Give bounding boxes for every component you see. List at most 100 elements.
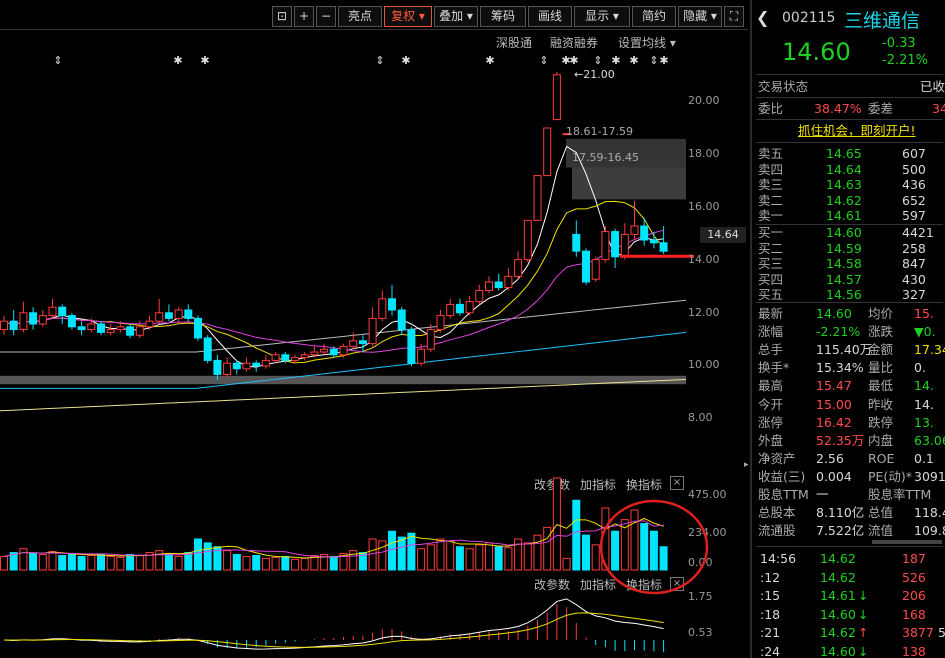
event-marker-icon: ⇕ xyxy=(593,54,602,67)
stat-label: 最低 xyxy=(868,378,894,394)
event-marker-icon: ⇕ xyxy=(539,54,548,67)
event-marker-icon: ✱ xyxy=(173,54,182,67)
kline-chart-area[interactable]: ⊡ + − 亮点 复权 ▾ 叠加 ▾ 筹码 画线 显示 ▾ 简约 隐藏 ▾ ⛶ … xyxy=(0,0,748,658)
candle xyxy=(320,343,329,355)
draw-line-button[interactable]: 画线 xyxy=(528,6,572,27)
zone-label-2: 17.59-16.45 xyxy=(572,151,639,164)
zoom-in-icon[interactable]: + xyxy=(294,6,314,27)
stat-value: 3091 xyxy=(914,468,945,484)
volume-bar xyxy=(164,553,173,571)
tick-time: :18 xyxy=(760,606,781,622)
scroll-indicator[interactable] xyxy=(872,540,942,544)
stat-label: 总值 xyxy=(868,505,894,521)
tick-price: 14.61 xyxy=(820,588,856,603)
stock-code: 002115 xyxy=(782,10,836,26)
stat-label: 跌停 xyxy=(868,414,894,430)
stat-label: 外盘 xyxy=(758,432,784,448)
volume-bar xyxy=(252,554,261,571)
fullscreen-icon[interactable]: ⛶ xyxy=(724,6,744,27)
stat-row: 最新 14.60 均价 15. xyxy=(752,305,945,323)
tick-volume: 138 xyxy=(902,643,926,658)
hide-button[interactable]: 隐藏 ▾ xyxy=(678,6,722,27)
candle xyxy=(543,127,552,177)
event-marker-icon: ⇕ xyxy=(53,54,62,67)
stat-value: 7.522亿 xyxy=(816,523,865,539)
volume-bar xyxy=(242,555,251,571)
back-icon[interactable]: ❮ xyxy=(756,8,769,27)
candle xyxy=(446,298,455,319)
overlay-button[interactable]: 叠加 ▾ xyxy=(434,6,478,27)
price-tick: 18.00 xyxy=(688,147,720,160)
price-change: -0.33 xyxy=(882,36,916,51)
stat-value: 15. xyxy=(914,306,934,321)
lock-icon[interactable]: ⊡ xyxy=(272,6,292,27)
adjust-rights-button[interactable]: 复权 ▾ xyxy=(384,6,432,27)
candle xyxy=(378,290,387,322)
volume-bar xyxy=(494,546,503,571)
macd-tick: 0.53 xyxy=(688,626,713,639)
stat-value: ▼0. xyxy=(914,324,936,340)
event-marker-icon: ⇕ xyxy=(375,54,384,67)
volume-bar xyxy=(48,551,57,571)
open-account-link[interactable]: 抓住机会，即刻开户! xyxy=(798,122,916,140)
tick-extra: 5 xyxy=(938,624,945,642)
volume-bar xyxy=(388,530,396,571)
stat-label: 净资产 xyxy=(758,450,796,466)
tick-time: :12 xyxy=(760,569,781,585)
display-button[interactable]: 显示 ▾ xyxy=(574,6,630,27)
candle xyxy=(407,326,416,366)
tick-price: 14.62 xyxy=(820,625,856,640)
candle xyxy=(38,310,47,327)
candle xyxy=(523,219,532,263)
stat-value: 0.004 xyxy=(816,468,852,484)
candle xyxy=(514,251,523,280)
candle xyxy=(465,296,474,316)
volume-bar xyxy=(223,550,232,571)
price-tick: 10.00 xyxy=(688,358,720,371)
support-band xyxy=(0,375,686,385)
tick-time: :21 xyxy=(760,625,781,640)
event-marker-icon: ✱ xyxy=(200,54,209,67)
candle xyxy=(261,354,270,369)
volume-bar xyxy=(232,554,241,571)
price-tick: 20.00 xyxy=(688,94,720,107)
stat-label: 流值 xyxy=(868,523,894,539)
candle xyxy=(591,256,600,282)
volume-bar xyxy=(29,553,38,571)
weibi-value: 38.47% xyxy=(814,101,862,116)
tick-row: :21 14.62↑ 3877 5 xyxy=(752,624,945,642)
tick-row: :12 14.62 526 xyxy=(752,569,945,587)
stat-label: 流通股 xyxy=(758,523,796,539)
macd-dif-line xyxy=(3,598,664,650)
highlight-button[interactable]: 亮点 xyxy=(338,6,382,27)
volume-bar xyxy=(504,547,513,571)
tick-row: :15 14.61 ↓ 206 xyxy=(752,587,945,605)
splitter-handle[interactable]: ▸ xyxy=(744,460,750,476)
candle xyxy=(640,217,649,246)
volume-bar xyxy=(0,555,8,571)
candle xyxy=(155,298,164,324)
ma5-line xyxy=(3,145,664,368)
event-marker-icon: ✱ xyxy=(629,54,638,67)
tick-price: 14.62 xyxy=(820,551,856,566)
chart-toolbar: ⊡ + − 亮点 复权 ▾ 叠加 ▾ 筹码 画线 显示 ▾ 简约 隐藏 ▾ ⛶ xyxy=(0,0,748,30)
zoom-out-icon[interactable]: − xyxy=(316,6,336,27)
volume-bar xyxy=(87,554,96,571)
simple-button[interactable]: 简约 xyxy=(632,6,676,27)
candle xyxy=(271,352,280,364)
stat-row: 最高 15.47 最低 14. xyxy=(752,377,945,395)
volume-bar xyxy=(58,554,67,571)
event-marker-icon: ✱ xyxy=(401,54,410,67)
volume-bar xyxy=(106,555,115,571)
volume-bar xyxy=(300,557,309,571)
price-chart[interactable]: ⇕ ✱ ✱ ⇕ ✱ ✱ ⇕ ✱✱ ⇕ ✱ ✱ ⇕ ✱ xyxy=(0,44,748,464)
candle xyxy=(29,307,38,330)
candle xyxy=(77,321,86,336)
stat-value: 2.56 xyxy=(816,450,844,466)
volume-ma10-line xyxy=(3,520,664,558)
stat-value: 14. xyxy=(914,378,934,394)
candle xyxy=(368,307,377,347)
stat-label: 金额 xyxy=(868,342,894,358)
event-marker-icon: ✱ xyxy=(659,54,668,67)
chips-button[interactable]: 筹码 xyxy=(480,6,526,27)
